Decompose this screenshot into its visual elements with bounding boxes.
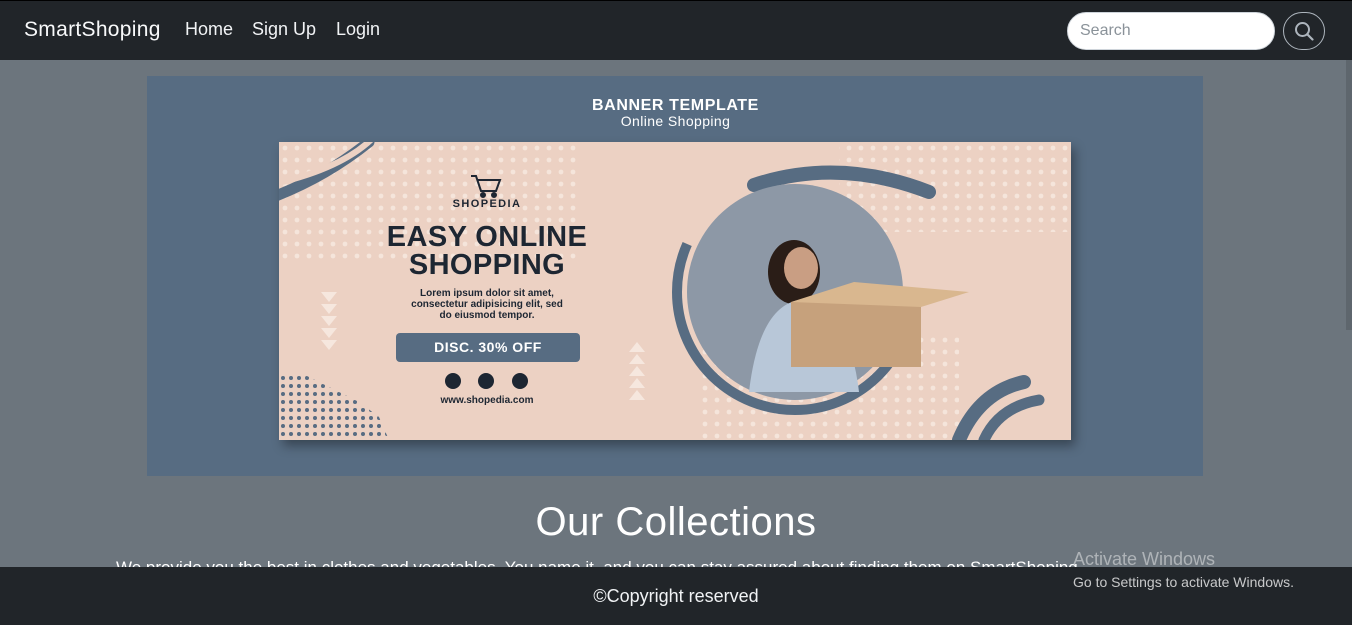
magnifier-icon	[1295, 22, 1314, 41]
banner: BANNER TEMPLATE Online Shopping SHOPEDIA…	[147, 76, 1203, 476]
facebook-icon	[478, 373, 494, 389]
activate-windows-subtitle: Go to Settings to activate Windows.	[1073, 574, 1294, 590]
activate-windows-title: Activate Windows	[1073, 549, 1216, 569]
search-button[interactable]	[1283, 12, 1325, 50]
shop-brand: SHOPEDIA	[452, 198, 522, 210]
body-line3: do eiusmod tempor.	[439, 310, 535, 321]
headline-line2: SHOPPING	[408, 249, 566, 281]
navbar: SmartShoping Home Sign Up Login	[0, 0, 1352, 60]
nav-login-link[interactable]: Login	[336, 19, 380, 40]
twitter-icon	[512, 373, 528, 389]
collections-title: Our Collections	[535, 500, 817, 544]
brand-link[interactable]: SmartShoping	[24, 18, 161, 42]
nav-signup-link[interactable]: Sign Up	[252, 19, 316, 40]
nav-home-link[interactable]: Home	[185, 19, 233, 40]
shop-website: www.shopedia.com	[440, 395, 534, 406]
discount-button: DISC. 30% OFF	[396, 333, 580, 362]
banner-subtitle: Online Shopping	[620, 113, 731, 129]
instagram-icon	[445, 373, 461, 389]
headline-line1: EASY ONLINE	[386, 221, 588, 253]
banner-card: SHOPEDIA EASY ONLINE SHOPPING Lorem ipsu…	[279, 142, 1071, 440]
search-input[interactable]	[1067, 12, 1275, 50]
body-line1: Lorem ipsum dolor sit amet,	[420, 288, 554, 299]
page-scrollbar[interactable]	[1346, 60, 1352, 330]
body-line2: consectetur adipisicing elit, sed	[411, 299, 563, 310]
